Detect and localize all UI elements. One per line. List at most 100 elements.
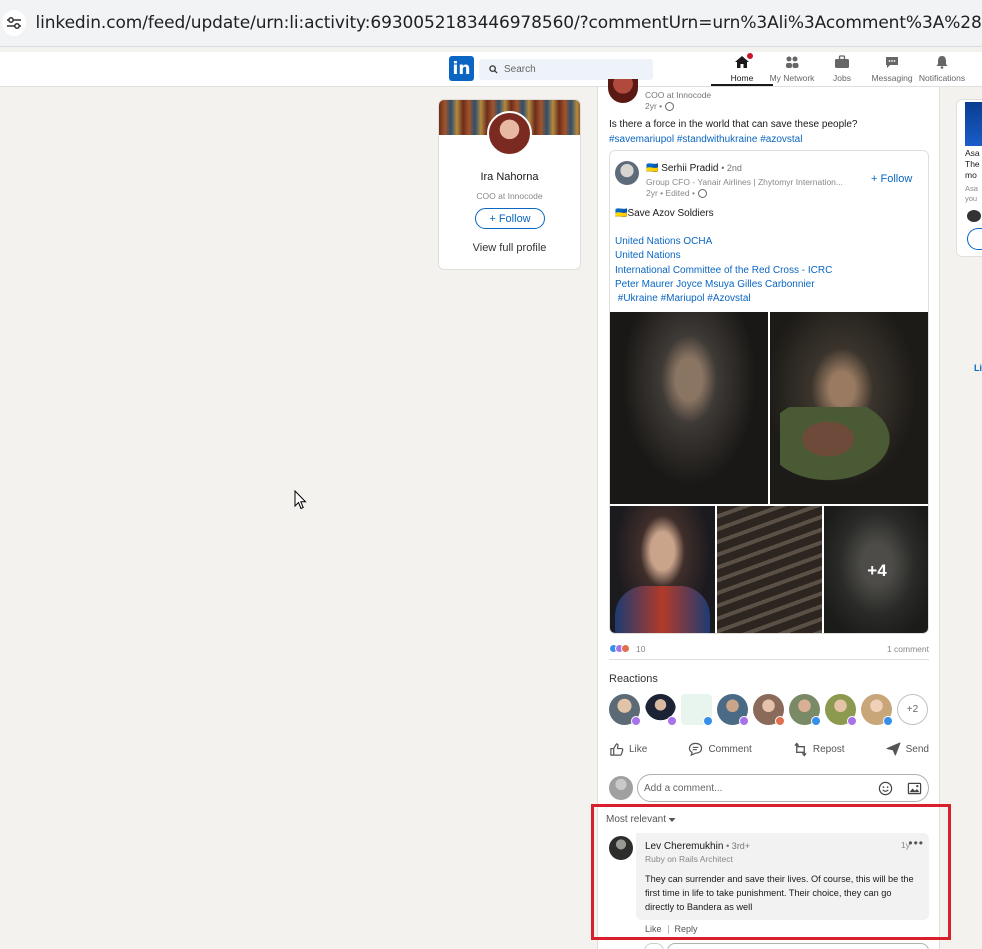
- link-un-ocha[interactable]: United Nations OCHA: [615, 235, 832, 249]
- reactor-avatar[interactable]: [681, 694, 713, 726]
- shared-author-avatar[interactable]: [615, 161, 639, 185]
- send-button[interactable]: Send: [886, 742, 929, 756]
- shared-author-name[interactable]: 🇺🇦 Serhii Pradid • 2nd: [646, 163, 742, 174]
- my-avatar: [609, 776, 633, 800]
- sort-dropdown[interactable]: Most relevant: [606, 814, 676, 825]
- commenter-avatar[interactable]: [609, 836, 633, 860]
- sort-label: Most relevant: [606, 814, 667, 825]
- more-reactors-button[interactable]: +2: [897, 694, 928, 725]
- profile-title: COO at Innocode: [476, 191, 543, 201]
- right-rail-link[interactable]: Li: [974, 363, 982, 373]
- ad-line-1: Asa: [965, 148, 980, 158]
- shared-follow-button[interactable]: + Follow: [871, 173, 912, 185]
- reply-input-box-partial[interactable]: [667, 943, 929, 949]
- nav-home-label: Home: [730, 73, 754, 83]
- commenter-name-text: Lev Cheremukhin: [645, 841, 724, 852]
- site-settings-icon[interactable]: [2, 10, 26, 36]
- more-options-icon[interactable]: •••: [908, 836, 924, 850]
- reactor-avatar[interactable]: [717, 694, 749, 726]
- reply-input-partial: [609, 943, 929, 949]
- reactor-avatar[interactable]: [609, 694, 641, 726]
- message-icon: [883, 54, 901, 70]
- ad-sub-2: you: [965, 194, 978, 203]
- post-hashtags[interactable]: #savemariupol #standwithukraine #azovsta…: [609, 134, 802, 145]
- link-icrc[interactable]: International Committee of the Red Cross…: [615, 264, 832, 278]
- ad-avatars: [967, 210, 981, 222]
- post-photo-2[interactable]: [770, 312, 928, 504]
- ad-button[interactable]: [967, 228, 982, 250]
- url-text[interactable]: linkedin.com/feed/update/urn:li:activity…: [36, 13, 982, 33]
- view-full-profile-link[interactable]: View full profile: [439, 242, 580, 254]
- more-photos-count: +4: [867, 560, 887, 580]
- comment-reply-button[interactable]: Reply: [675, 924, 698, 934]
- nav-notifications-label: Notifications: [918, 73, 966, 83]
- linkedin-logo-icon[interactable]: in: [449, 56, 474, 81]
- commenter-name[interactable]: Lev Cheremukhin • 3rd+: [645, 841, 750, 852]
- post-photo-4[interactable]: [717, 506, 822, 633]
- shared-post-time: 2yr • Edited •: [646, 188, 707, 198]
- comment-placeholder: Add a comment...: [644, 782, 723, 794]
- reply-avatar-partial: [644, 943, 664, 949]
- comment-input[interactable]: Add a comment...: [637, 774, 929, 802]
- image-icon[interactable]: [907, 781, 922, 796]
- post-photo-5-more[interactable]: +4: [824, 506, 928, 633]
- post-text: Is there a force in the world that can s…: [609, 119, 858, 130]
- post-photo-3[interactable]: [610, 506, 715, 633]
- post-actions: Like Comment Repost Send: [609, 738, 929, 760]
- nav-my-network-label: My Network: [769, 73, 815, 83]
- network-icon: [783, 54, 801, 70]
- ad-line-3: mo: [965, 170, 977, 180]
- comment-count[interactable]: 1 comment: [887, 644, 929, 654]
- social-counts: 10 1 comment: [609, 643, 929, 655]
- link-united-nations[interactable]: United Nations: [615, 249, 832, 263]
- shared-author-subtitle: Group CFO - Yanair Airlines | Zhytomyr I…: [646, 177, 842, 187]
- post-card: COO at Innocode 2yr • Is there a force i…: [597, 79, 940, 949]
- reactor-avatar[interactable]: [645, 694, 677, 726]
- profile-avatar[interactable]: [487, 111, 532, 156]
- post-time: 2yr •: [645, 101, 675, 111]
- comment-like-button[interactable]: Like: [645, 924, 662, 934]
- comment-box-icons: [878, 781, 922, 796]
- nav-notifications[interactable]: Notifications: [911, 54, 973, 86]
- post-photo-1[interactable]: [610, 312, 768, 504]
- link-hashtags[interactable]: #Ukraine #Mariupol #Azovstal: [615, 292, 832, 306]
- reactor-avatar[interactable]: [825, 694, 857, 726]
- post-author-avatar[interactable]: [608, 79, 638, 103]
- ad-image[interactable]: [965, 102, 982, 146]
- like-icon: [610, 742, 624, 756]
- globe-icon: [665, 101, 675, 111]
- reactor-avatar[interactable]: [789, 694, 821, 726]
- add-comment-row: Add a comment...: [609, 774, 929, 802]
- profile-name[interactable]: Ira Nahorna: [439, 171, 580, 183]
- browser-url-bar[interactable]: linkedin.com/feed/update/urn:li:activity…: [0, 0, 982, 47]
- commenter-degree: • 3rd+: [726, 841, 751, 851]
- emoji-icon[interactable]: [878, 781, 893, 796]
- nav-jobs-label: Jobs: [833, 73, 851, 83]
- bell-icon: [933, 54, 951, 70]
- repost-icon: [794, 741, 807, 757]
- repost-button[interactable]: Repost: [793, 741, 845, 757]
- post-time-text: 2yr •: [645, 101, 663, 111]
- search-placeholder: Search: [504, 64, 536, 75]
- love-reaction-icon: [621, 644, 630, 653]
- reaction-count[interactable]: 10: [636, 644, 645, 654]
- like-button[interactable]: Like: [609, 742, 647, 757]
- reactor-avatar[interactable]: [861, 694, 893, 726]
- comment-button[interactable]: Comment: [688, 742, 752, 756]
- right-rail-ad: Asa The mo Asa you: [956, 99, 982, 257]
- search-input[interactable]: Search: [479, 59, 653, 80]
- search-icon: [489, 65, 498, 74]
- reactor-avatars: +2: [609, 694, 928, 726]
- profile-card: Ira Nahorna COO at Innocode + Follow Vie…: [438, 99, 581, 270]
- profile-follow-button[interactable]: + Follow: [475, 208, 545, 229]
- send-icon: [886, 742, 901, 756]
- shared-author-degree: • 2nd: [721, 163, 742, 173]
- shared-post-text: 🇺🇦Save Azov Soldiers: [615, 208, 714, 219]
- shared-post-time-text: 2yr • Edited •: [646, 188, 695, 198]
- post-author-subtitle: COO at Innocode: [645, 90, 712, 100]
- reactor-avatar[interactable]: [753, 694, 785, 726]
- link-people[interactable]: Peter Maurer Joyce Msuya Gilles Carbonni…: [615, 278, 832, 292]
- reaction-icons[interactable]: [609, 644, 630, 653]
- linkedin-nav: in Search Home My Network Jobs Messaging…: [0, 52, 982, 87]
- home-icon: [733, 52, 754, 70]
